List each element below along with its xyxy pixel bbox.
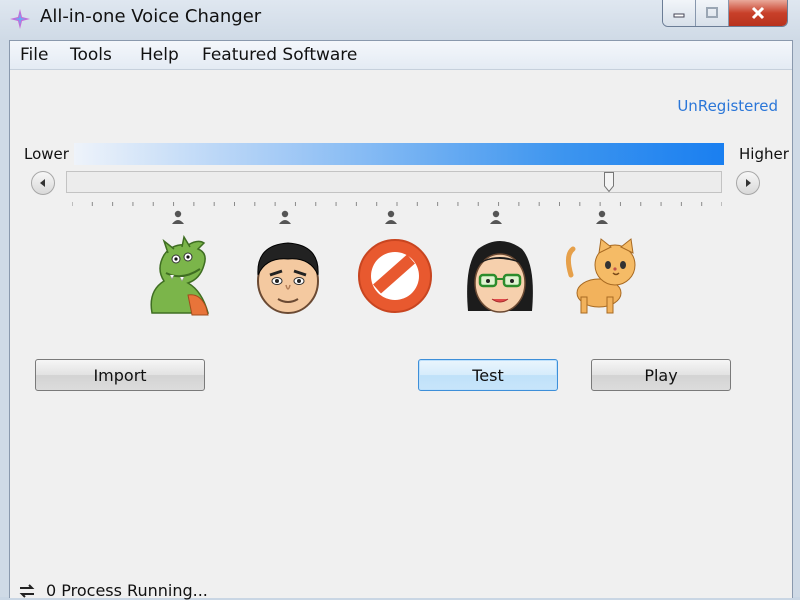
- minimize-button[interactable]: [663, 0, 696, 26]
- person-marker-icon: [279, 210, 291, 224]
- app-window: All-in-one Voice Changer File Tools Help…: [0, 0, 800, 600]
- maximize-icon: [706, 7, 718, 18]
- transfer-arrows-icon: [19, 583, 35, 598]
- window-title: All-in-one Voice Changer: [40, 6, 262, 27]
- import-button[interactable]: Import: [35, 359, 205, 391]
- dragon-icon[interactable]: [138, 235, 218, 317]
- menu-featured-software[interactable]: Featured Software: [202, 45, 357, 65]
- main-panel: File Tools Help Featured Software UnRegi…: [9, 40, 793, 600]
- menu-file[interactable]: File: [20, 45, 48, 65]
- no-sign-icon[interactable]: [355, 235, 435, 317]
- registration-link[interactable]: UnRegistered: [677, 97, 778, 115]
- pitch-decrease-button[interactable]: [31, 171, 55, 195]
- person-marker-icon: [385, 210, 397, 224]
- slider-ticks: [72, 202, 722, 206]
- play-button[interactable]: Play: [591, 359, 731, 391]
- higher-label: Higher: [739, 145, 789, 163]
- window-controls: [662, 0, 788, 27]
- app-logo-icon: [10, 9, 30, 29]
- cat-icon[interactable]: [563, 235, 643, 317]
- test-button[interactable]: Test: [418, 359, 558, 391]
- pitch-slider-track[interactable]: [66, 171, 722, 193]
- title-bar: All-in-one Voice Changer: [0, 0, 800, 38]
- woman-face-icon[interactable]: [460, 235, 540, 317]
- status-bar: 0 Process Running...: [18, 581, 208, 600]
- maximize-button[interactable]: [696, 0, 729, 26]
- menu-bar: File Tools Help Featured Software: [10, 41, 792, 70]
- pitch-gradient-bar: [74, 143, 724, 165]
- close-button[interactable]: [729, 0, 787, 26]
- pitch-slider-thumb[interactable]: [603, 172, 614, 192]
- person-marker-icon: [490, 210, 502, 224]
- man-face-icon[interactable]: [248, 235, 328, 317]
- menu-tools[interactable]: Tools: [70, 45, 112, 65]
- person-marker-icon: [172, 210, 184, 224]
- close-icon: [751, 6, 765, 20]
- minimize-icon: [673, 13, 685, 18]
- pitch-increase-button[interactable]: [736, 171, 760, 195]
- lower-label: Lower: [24, 145, 69, 163]
- person-marker-icon: [596, 210, 608, 224]
- arrow-left-icon: [40, 179, 45, 187]
- arrow-right-icon: [746, 179, 751, 187]
- status-text: 0 Process Running...: [46, 581, 208, 600]
- menu-help[interactable]: Help: [140, 45, 179, 65]
